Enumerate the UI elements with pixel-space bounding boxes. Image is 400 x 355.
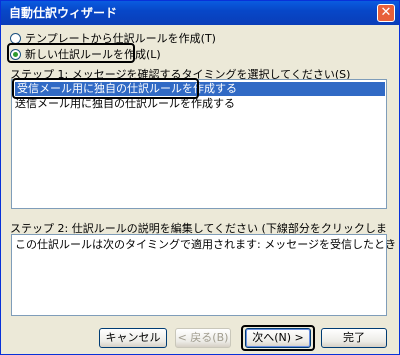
window-title: 自動仕訳ウィザード bbox=[9, 6, 118, 20]
step2-description-box[interactable]: この仕訳ルールは次のタイミングで適用されます: メッセージを受信したとき bbox=[11, 234, 396, 316]
back-button[interactable]: < 戻る(B) bbox=[175, 328, 231, 348]
rule-description: この仕訳ルールは次のタイミングで適用されます: メッセージを受信したとき bbox=[15, 238, 396, 251]
list-item[interactable]: 送信メール用に独自の仕訳ルールを作成する bbox=[15, 97, 235, 111]
highlight-outline bbox=[7, 43, 135, 63]
title-bar: 自動仕訳ウィザード ✕ bbox=[1, 1, 399, 25]
close-button[interactable]: ✕ bbox=[377, 4, 395, 22]
highlight-outline bbox=[12, 78, 199, 99]
close-icon: ✕ bbox=[380, 5, 392, 20]
highlight-outline bbox=[241, 325, 315, 351]
radio-icon[interactable] bbox=[10, 32, 21, 44]
cancel-button[interactable]: キャンセル bbox=[99, 328, 167, 348]
wizard-window: 自動仕訳ウィザード ✕ テンプレートから仕訳ルールを作成(T) 新しい仕訳ルール… bbox=[0, 0, 400, 355]
finish-button[interactable]: 完了 bbox=[321, 328, 387, 348]
